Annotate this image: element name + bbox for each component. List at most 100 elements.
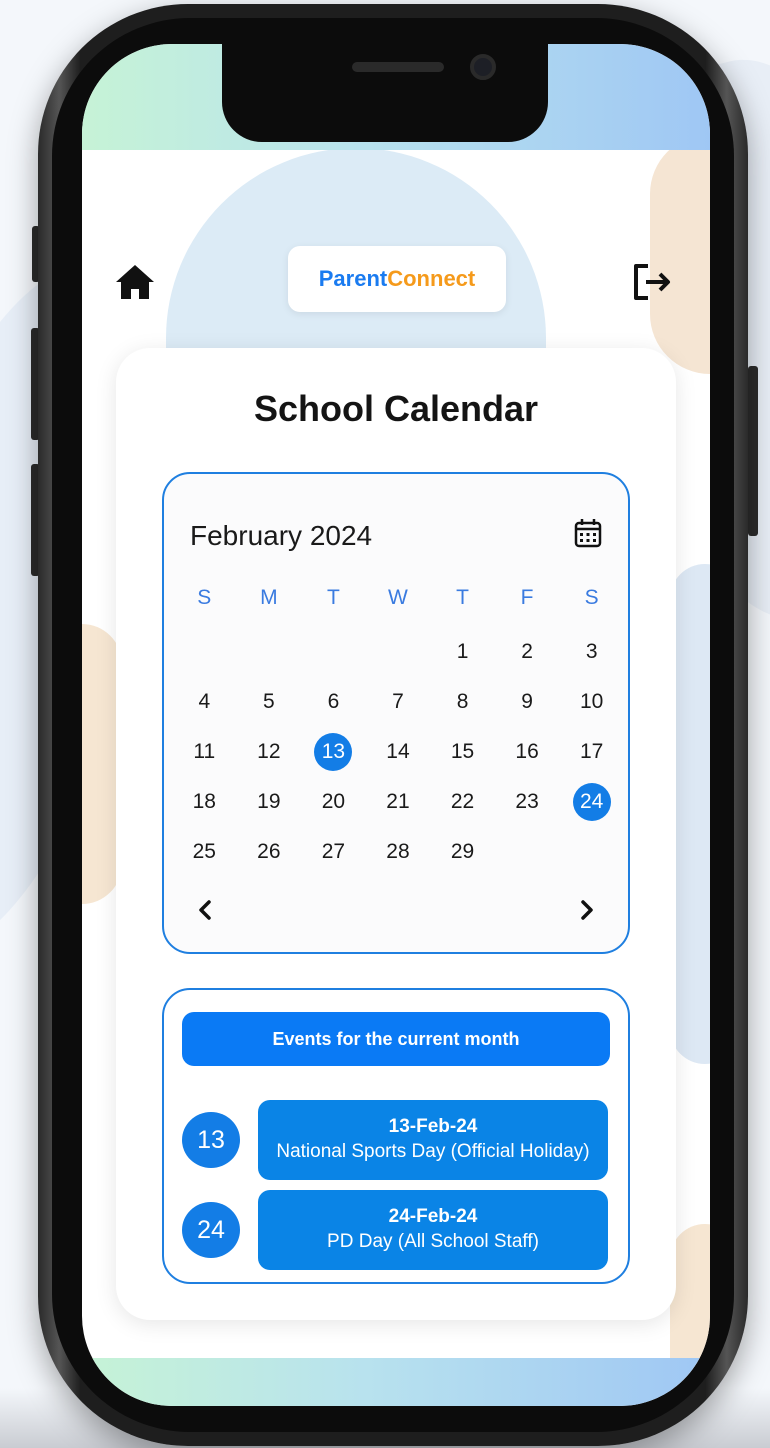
home-icon[interactable]: [114, 262, 156, 302]
calendar-day-empty: [559, 832, 624, 872]
phone-screen: Parent Connect School Calendar February 2…: [82, 44, 710, 1406]
calendar-day[interactable]: 25: [172, 832, 237, 872]
calendar-day[interactable]: 15: [430, 732, 495, 772]
calendar-day-number: 17: [579, 740, 604, 763]
event-title: PD Day (All School Staff): [327, 1231, 539, 1252]
calendar-day[interactable]: 12: [237, 732, 302, 772]
calendar-day[interactable]: 18: [172, 782, 237, 822]
phone-camera: [470, 54, 496, 80]
calendar-day-number: 24: [572, 783, 611, 821]
calendar-day[interactable]: 13: [301, 732, 366, 772]
calendar-day-number: 6: [327, 690, 340, 713]
calendar-day[interactable]: 2: [495, 632, 560, 672]
calendar-week-row: 18 19 20 21 22 23 24: [172, 782, 624, 822]
calendar-week-row: 1 2 3: [172, 632, 624, 672]
bottom-gradient-bar: [82, 1358, 710, 1406]
weekday-label: S: [197, 586, 212, 609]
calendar-icon[interactable]: [574, 518, 602, 548]
event-date: 13-Feb-24: [388, 1116, 478, 1137]
calendar-day[interactable]: 7: [366, 682, 431, 722]
chevron-left-icon[interactable]: [194, 898, 218, 922]
calendar-day[interactable]: 16: [495, 732, 560, 772]
calendar-day[interactable]: 26: [237, 832, 302, 872]
event-item: 13 13-Feb-24 National Sports Day (Offici…: [182, 1100, 610, 1180]
calendar-day-number: 16: [515, 740, 539, 763]
brand-name-part2: Connect: [387, 266, 476, 291]
calendar-day-number: 20: [321, 790, 346, 813]
calendar-day-number: 28: [386, 840, 410, 863]
calendar-day-number: 25: [192, 840, 216, 863]
event-day-badge: 13: [182, 1112, 240, 1168]
calendar-day[interactable]: 17: [559, 732, 624, 772]
calendar-day-number: 19: [257, 790, 281, 813]
event-item: 24 24-Feb-24 PD Day (All School Staff): [182, 1190, 610, 1270]
weekday-label: S: [584, 586, 599, 609]
weekday-label: M: [260, 586, 278, 609]
calendar-week-row: 25 26 27 28 29: [172, 832, 624, 872]
event-card[interactable]: 24-Feb-24 PD Day (All School Staff): [258, 1190, 608, 1270]
calendar-day-number: 23: [515, 790, 539, 813]
logout-icon[interactable]: [630, 262, 674, 302]
brand-name-part1: Parent: [318, 266, 388, 291]
calendar-day[interactable]: 14: [366, 732, 431, 772]
calendar-day[interactable]: 8: [430, 682, 495, 722]
calendar-day[interactable]: 5: [237, 682, 302, 722]
calendar-day[interactable]: 10: [559, 682, 624, 722]
calendar-day-number: 11: [193, 740, 216, 763]
calendar-day-number: 4: [198, 690, 211, 713]
calendar-month-label: February 2024: [190, 520, 373, 551]
calendar-day-empty: [495, 832, 560, 872]
phone-notch: [222, 44, 548, 142]
calendar-day-number: 2: [521, 640, 533, 663]
event-title: National Sports Day (Official Holiday): [276, 1141, 590, 1162]
weekday-label: T: [456, 586, 469, 609]
event-day-badge: 24: [182, 1202, 240, 1258]
calendar-day[interactable]: 22: [430, 782, 495, 822]
phone-power-button: [748, 366, 758, 536]
screen-decoration: [670, 564, 710, 1064]
calendar-day-number: 21: [386, 790, 410, 813]
calendar-day-number: 1: [456, 640, 469, 663]
brand-logo: Parent Connect: [288, 246, 506, 312]
calendar-day-number: 14: [386, 740, 410, 763]
calendar-week-row: 11 12 13 14 15 16 17: [172, 732, 624, 772]
calendar-day[interactable]: 27: [301, 832, 366, 872]
calendar-day-number: 18: [192, 790, 216, 813]
calendar-day-number: 15: [450, 740, 475, 763]
event-card[interactable]: 13-Feb-24 National Sports Day (Official …: [258, 1100, 608, 1180]
calendar-card: School Calendar February 2024 S M T W T …: [116, 348, 676, 1320]
chevron-right-icon[interactable]: [574, 898, 598, 922]
calendar-day[interactable]: 21: [366, 782, 431, 822]
calendar-day[interactable]: 1: [430, 632, 495, 672]
calendar-day-empty: [366, 632, 431, 672]
calendar-day-number: 8: [456, 690, 469, 713]
calendar-day[interactable]: 4: [172, 682, 237, 722]
events-panel: Events for the current month 13 13-Feb-2…: [162, 988, 630, 1284]
calendar-day-number: 9: [521, 690, 533, 713]
calendar-widget: February 2024 S M T W T F S 1 2 3 4 5 6 7 8 9 10 1…: [162, 472, 630, 954]
event-date: 24-Feb-24: [388, 1206, 478, 1227]
calendar-day[interactable]: 28: [366, 832, 431, 872]
calendar-day-number: 5: [263, 690, 275, 713]
weekday-header: S M T W T F S: [172, 586, 624, 610]
calendar-day-number: 26: [257, 840, 281, 863]
page-title: School Calendar: [253, 388, 539, 429]
calendar-day[interactable]: 23: [495, 782, 560, 822]
calendar-day-number: 3: [585, 640, 598, 663]
calendar-day-empty: [172, 632, 237, 672]
calendar-day[interactable]: 29: [430, 832, 495, 872]
calendar-day[interactable]: 6: [301, 682, 366, 722]
calendar-day[interactable]: 20: [301, 782, 366, 822]
calendar-week-row: 4 5 6 7 8 9 10: [172, 682, 624, 722]
calendar-day[interactable]: 11: [172, 732, 237, 772]
weekday-label: W: [388, 586, 408, 609]
calendar-day-empty: [301, 632, 366, 672]
calendar-day[interactable]: 9: [495, 682, 560, 722]
calendar-day[interactable]: 19: [237, 782, 302, 822]
weekday-label: F: [520, 586, 534, 609]
calendar-day-number: 27: [321, 840, 346, 863]
calendar-day[interactable]: 24: [559, 782, 624, 822]
calendar-day[interactable]: 3: [559, 632, 624, 672]
calendar-day-number: 12: [257, 740, 281, 763]
calendar-day-number: 13: [314, 733, 353, 771]
